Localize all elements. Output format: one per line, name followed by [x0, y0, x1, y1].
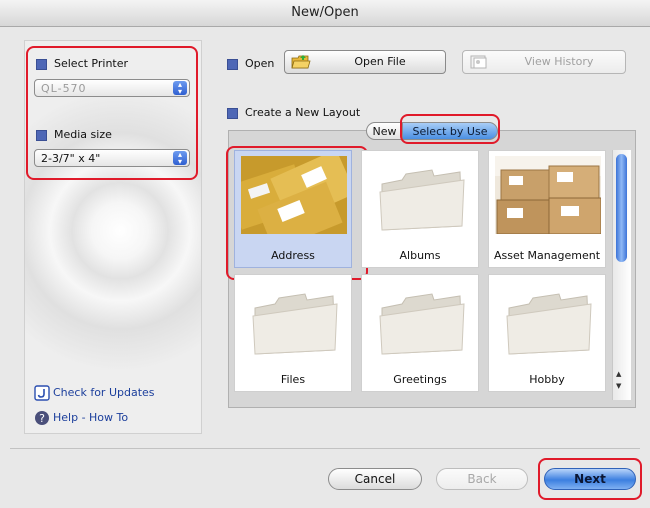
template-tile-address[interactable]: Address: [234, 150, 352, 268]
open-label: Open: [245, 57, 275, 70]
new-open-dialog: New/Open Select Printer QL-570 ▴ ▾ Media …: [0, 0, 650, 508]
template-tile-asset-management[interactable]: Asset Management: [488, 150, 606, 268]
template-label: Albums: [399, 249, 441, 262]
section-square-icon: [36, 58, 47, 70]
open-heading: Open: [227, 57, 274, 70]
check-updates-label: Check for Updates: [53, 386, 155, 399]
section-square-icon: [227, 107, 238, 119]
next-button[interactable]: Next: [544, 468, 636, 490]
footer-divider: [10, 448, 640, 449]
left-panel: [24, 40, 202, 434]
view-history-button[interactable]: View History: [462, 50, 626, 74]
back-button[interactable]: Back: [436, 468, 528, 490]
template-label: Greetings: [393, 373, 447, 386]
help-icon: ?: [35, 411, 49, 425]
boxes-photo-icon: [495, 156, 601, 234]
printer-select[interactable]: QL-570 ▴ ▾: [34, 79, 190, 97]
folder-icon: [495, 280, 601, 358]
window-title: New/Open: [0, 0, 650, 27]
scroll-up-arrow-icon[interactable]: ▲: [616, 370, 621, 378]
template-tile-hobby[interactable]: Hobby: [488, 274, 606, 392]
check-updates-link[interactable]: Check for Updates: [34, 385, 155, 401]
help-how-to-link[interactable]: ? Help - How To: [34, 410, 128, 426]
open-folder-icon: [291, 54, 311, 78]
popup-arrows-icon: ▴ ▾: [173, 151, 187, 166]
select-printer-label: Select Printer: [54, 57, 129, 70]
template-label: Asset Management: [493, 249, 601, 262]
select-printer-heading: Select Printer: [36, 57, 128, 70]
template-label: Address: [271, 249, 315, 262]
help-label: Help - How To: [53, 411, 129, 424]
template-tile-files[interactable]: Files: [234, 274, 352, 392]
svg-text:?: ?: [39, 412, 45, 425]
media-size-select[interactable]: 2-3/7" x 4" ▴ ▾: [34, 149, 190, 167]
media-size-heading: Media size: [36, 128, 112, 141]
view-history-label: View History: [524, 55, 594, 68]
media-size-value: 2-3/7" x 4": [41, 152, 101, 165]
template-tile-albums[interactable]: Albums: [361, 150, 479, 268]
printer-value: QL-570: [41, 82, 87, 95]
tab-select-by-use[interactable]: Select by Use: [402, 122, 498, 140]
template-scrollbar[interactable]: ▲ ▼: [612, 150, 631, 400]
section-square-icon: [36, 129, 47, 141]
media-size-label: Media size: [54, 128, 112, 141]
scroll-down-arrow-icon[interactable]: ▼: [616, 382, 621, 390]
section-square-icon: [227, 58, 238, 70]
folder-icon: [241, 280, 347, 358]
template-label: Files: [280, 373, 306, 386]
open-file-button[interactable]: Open File: [284, 50, 446, 74]
template-label: Hobby: [529, 373, 565, 386]
update-icon: [34, 385, 50, 401]
envelopes-photo-icon: [241, 156, 347, 234]
tab-new[interactable]: New: [366, 122, 403, 140]
popup-arrows-icon: ▴ ▾: [173, 81, 187, 96]
open-file-label: Open File: [354, 55, 406, 68]
create-layout-heading: Create a New Layout: [227, 106, 360, 119]
template-tile-greetings[interactable]: Greetings: [361, 274, 479, 392]
folder-icon: [368, 156, 474, 234]
cancel-button[interactable]: Cancel: [328, 468, 422, 490]
history-icon: [469, 54, 489, 78]
create-layout-label: Create a New Layout: [245, 106, 361, 119]
scrollbar-thumb[interactable]: [616, 154, 627, 262]
folder-icon: [368, 280, 474, 358]
